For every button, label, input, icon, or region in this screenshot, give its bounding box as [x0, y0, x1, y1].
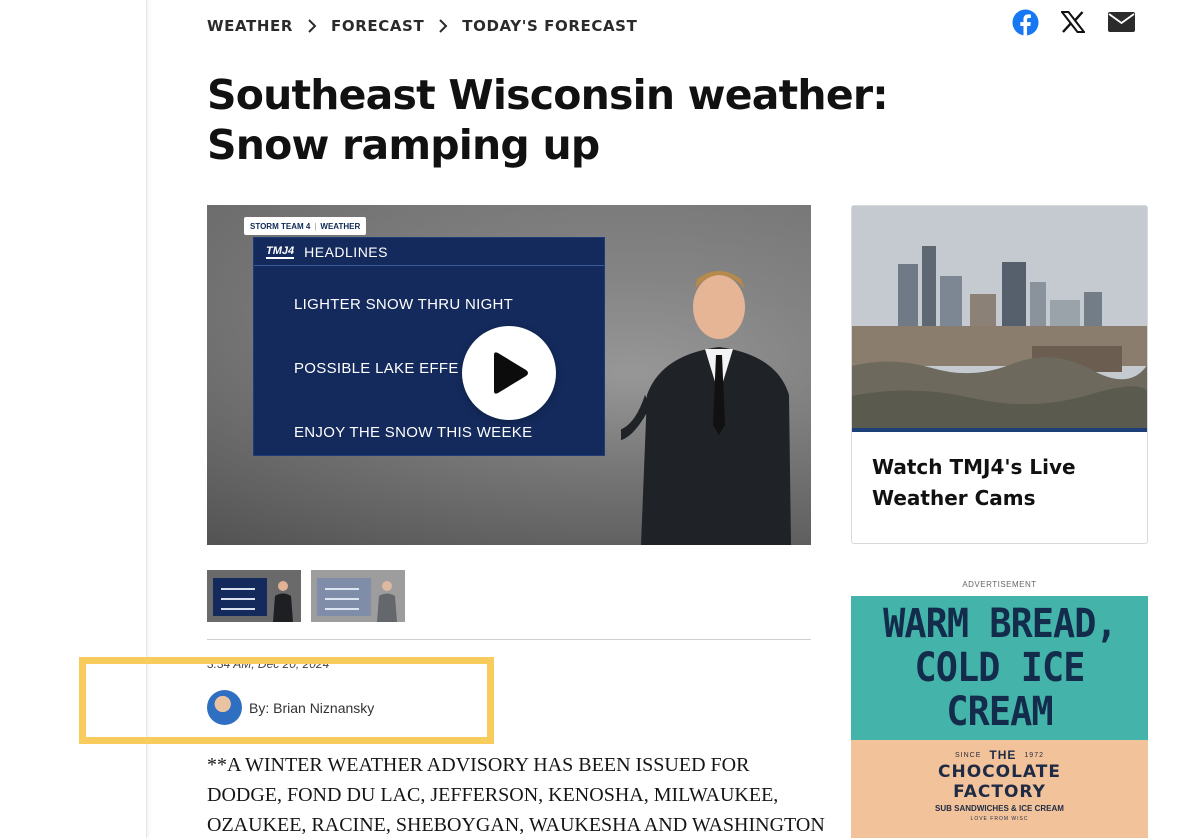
video-thumbnail[interactable] — [207, 570, 301, 622]
breadcrumb: WEATHER FORECAST TODAY'S FORECAST — [207, 16, 637, 36]
chevron-right-icon — [293, 16, 331, 36]
weather-cams-title: Watch TMJ4's Live Weather Cams — [872, 455, 1076, 510]
weather-cams-card[interactable]: Watch TMJ4's Live Weather Cams — [851, 205, 1148, 544]
ad-brand: CHOCOLATE — [938, 762, 1061, 782]
advertisement[interactable]: WARM BREAD, COLD ICE CREAM SINCE THE 197… — [851, 596, 1148, 838]
ad-tagline: SUB SANDWICHES & ICE CREAM — [935, 804, 1064, 813]
city-skyline-image — [852, 206, 1147, 432]
page-title: Southeast Wisconsin weather: Snow rampin… — [207, 71, 889, 169]
video-thumbnails — [207, 570, 405, 622]
ad-headline: WARM BREAD, — [882, 601, 1118, 647]
avatar — [207, 690, 242, 725]
divider — [207, 639, 811, 640]
ad-headline: COLD ICE CREAM — [914, 645, 1086, 735]
advertisement-label: ADVERTISEMENT — [962, 580, 1037, 589]
video-tag-weather: WEATHER — [320, 221, 361, 231]
article-body: **A WINTER WEATHER ADVISORY HAS BEEN ISS… — [207, 754, 825, 836]
video-tag-storm-team: STORM TEAM 4 — [250, 221, 311, 231]
share-bar — [1011, 8, 1135, 36]
video-headline-panel: TMJ4 HEADLINES LIGHTER SNOW THRU NIGHT P… — [253, 237, 605, 456]
video-panel-title: HEADLINES — [304, 243, 388, 260]
ad-small-text: LOVE FROM WISC — [970, 816, 1029, 822]
breadcrumb-weather[interactable]: WEATHER — [207, 17, 293, 35]
presenter-figure — [621, 271, 791, 545]
facebook-icon[interactable] — [1011, 8, 1039, 36]
x-icon[interactable] — [1059, 8, 1087, 36]
ad-the: THE — [989, 748, 1017, 762]
video-headline-line: ENJOY THE SNOW THIS WEEKE — [294, 424, 533, 441]
ad-since: SINCE THE 1972 — [955, 748, 1044, 762]
ad-year: 1972 — [1024, 751, 1044, 759]
chevron-right-icon — [424, 16, 462, 36]
video-headline-line: LIGHTER SNOW THRU NIGHT — [294, 296, 514, 313]
ad-brand: FACTORY — [953, 782, 1046, 802]
breadcrumb-todays-forecast[interactable]: TODAY'S FORECAST — [462, 17, 637, 35]
video-player[interactable]: TMJ4 HEADLINES LIGHTER SNOW THRU NIGHT P… — [207, 205, 811, 545]
ad-since-label: SINCE — [955, 751, 982, 759]
left-gutter — [0, 0, 147, 838]
video-tag: STORM TEAM 4 | WEATHER — [244, 217, 367, 235]
email-icon[interactable] — [1107, 8, 1135, 36]
play-button[interactable] — [462, 326, 556, 420]
video-thumbnail[interactable] — [311, 570, 405, 622]
breadcrumb-forecast[interactable]: FORECAST — [331, 17, 424, 35]
article-timestamp: 3:34 AM, Dec 20, 2024 — [207, 657, 330, 671]
play-icon — [494, 352, 528, 394]
author-byline[interactable]: By: Brian Niznansky — [207, 690, 374, 725]
author-name: By: Brian Niznansky — [249, 699, 375, 716]
video-headline-line: POSSIBLE LAKE EFFE — [294, 360, 459, 377]
tmj4-logo: TMJ4 — [266, 244, 295, 259]
